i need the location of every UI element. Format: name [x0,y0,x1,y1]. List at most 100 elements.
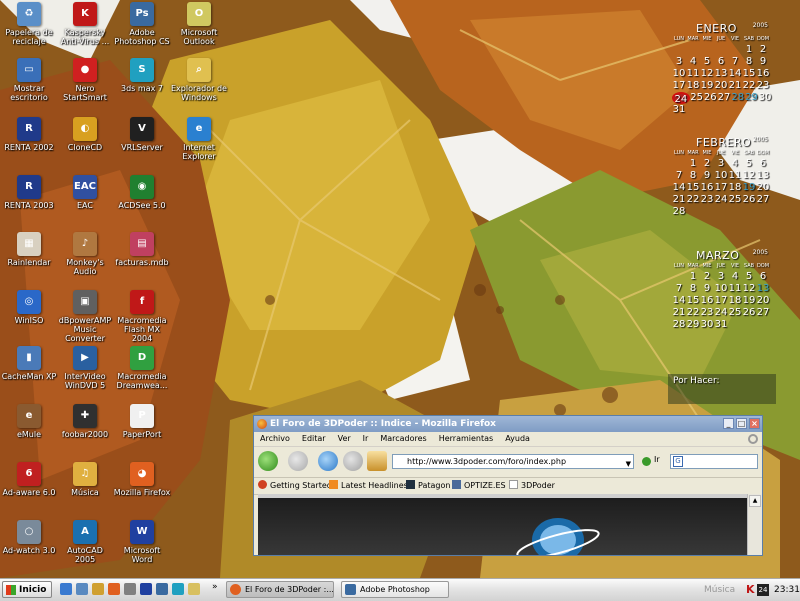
vertical-scrollbar[interactable]: ▲ [747,494,762,555]
calendar-day[interactable]: 1 [742,44,756,56]
desktop-icon-adobe-photoshop-cs[interactable]: Ps Adobe Photoshop CS [113,2,171,46]
address-bar[interactable]: http://www.3dpoder.com/foro/index.php ▼ [392,454,634,469]
calendar-day[interactable]: 25 [728,307,742,319]
desktop-icon-3ds-max-7[interactable]: S 3ds max 7 [113,58,171,93]
desktop-icon-foobar2000[interactable]: ✚ foobar2000 [56,404,114,439]
calendar-event-day[interactable]: 29 [745,92,759,104]
calendar-day[interactable]: 26 [742,307,756,319]
quicklaunch-calc-icon[interactable] [124,583,136,595]
quicklaunch-word-icon[interactable] [140,583,152,595]
calendar-day[interactable]: 6 [714,56,728,68]
calendar-day[interactable]: 14 [728,68,742,80]
kaspersky-tray-icon[interactable]: K [746,584,755,596]
desktop-icon-mostrar-escritorio[interactable]: ▭ Mostrar escritorio [0,58,58,102]
calendar-day[interactable]: 28 [672,206,686,218]
calendar-day[interactable]: 12 [700,68,714,80]
calendar-day[interactable]: 15 [742,68,756,80]
calendar-day[interactable]: 5 [742,271,756,283]
calendar-day[interactable]: 23 [756,80,770,92]
calendar-day[interactable]: 11 [728,170,742,182]
calendar-day[interactable]: 31 [672,104,686,116]
calendar-day[interactable]: 11 [686,68,700,80]
calendar-day[interactable]: 4 [728,271,742,283]
menu-ver[interactable]: Ver [338,434,351,443]
bookmark-getting-started[interactable]: Getting Started [258,478,332,494]
window-titlebar[interactable]: El Foro de 3DPoder :: Indice - Mozilla F… [254,416,762,432]
calendar-day[interactable]: 11 [728,283,742,295]
calendar-day[interactable]: 25 [690,92,704,104]
calendar-day[interactable]: 27 [717,92,731,104]
calendar-day[interactable]: 20 [756,295,770,307]
task-firefox[interactable]: El Foro de 3DPoder :... [226,581,334,598]
calendar-day[interactable]: 10 [714,170,728,182]
calendar-day[interactable]: 31 [714,319,728,331]
calendar-day[interactable]: 8 [742,56,756,68]
calendar-day[interactable]: 9 [700,170,714,182]
desktop-icon-paperport[interactable]: P PaperPort [113,404,171,439]
calendar-day[interactable]: 12 [742,283,756,295]
search-input[interactable]: G [670,454,758,469]
calendar-day[interactable]: 30 [758,92,772,104]
calendar-day[interactable]: 2 [756,44,770,56]
calendar-day[interactable]: 19 [700,80,714,92]
calendar-day[interactable]: 20 [714,80,728,92]
desktop-icon-papelera-de-reciclaje[interactable]: ♻ Papelera de reciclaje [0,2,58,46]
calendar-day[interactable]: 1 [686,158,700,170]
calendar-day[interactable]: 21 [672,194,686,206]
menu-marcadores[interactable]: Marcadores [380,434,426,443]
calendar-event-day[interactable]: 13 [756,283,770,295]
quicklaunch-photoshop-icon[interactable] [156,583,168,595]
home-button[interactable] [367,451,387,471]
calendar-day[interactable]: 26 [703,92,717,104]
minimize-button[interactable]: _ [723,418,734,429]
calendar-day[interactable]: 19 [742,295,756,307]
desktop-icon-winiso[interactable]: ◎ WinISO [0,290,58,325]
calendar-day[interactable]: 27 [756,307,770,319]
calendar-event-day[interactable]: 28 [731,92,745,104]
desktop-icon-eac[interactable]: EAC EAC [56,175,114,210]
calendar-day[interactable]: 10 [714,283,728,295]
calendar-day[interactable]: 16 [700,182,714,194]
bookmark-3dpoder[interactable]: 3DPoder [509,478,555,494]
quicklaunch-more-icon[interactable]: » [212,582,218,592]
desktop-icon-ad-aware-6-0[interactable]: 6 Ad-aware 6.0 [0,462,58,497]
calendar-day[interactable]: 6 [756,271,770,283]
go-button[interactable]: Ir [654,455,660,464]
calendar-day[interactable]: 3 [672,56,686,68]
calendar-day[interactable]: 9 [756,56,770,68]
calendar-day[interactable]: 22 [742,80,756,92]
forward-button[interactable] [288,451,308,471]
reload-button[interactable] [318,451,338,471]
back-button[interactable] [258,451,278,471]
task-photoshop[interactable]: Adobe Photoshop [341,581,449,598]
calendar-event-day[interactable]: 19 [742,182,756,194]
calendar-day[interactable]: 26 [742,194,756,206]
calendar-day[interactable]: 7 [672,283,686,295]
calendar-day[interactable]: 17 [714,182,728,194]
quicklaunch-desktop-icon[interactable] [76,583,88,595]
quicklaunch-notepad-icon[interactable] [188,583,200,595]
calendar-day[interactable]: 9 [700,283,714,295]
quicklaunch-explorer-icon[interactable] [92,583,104,595]
quicklaunch-ie-icon[interactable] [60,583,72,595]
calendar-day[interactable]: 7 [672,170,686,182]
calendar-day[interactable]: 13 [714,68,728,80]
desktop-icon-microsoft-outlook[interactable]: O Microsoft Outlook [170,2,228,46]
menu-ayuda[interactable]: Ayuda [505,434,530,443]
calendar-day[interactable]: 4 [728,158,742,170]
calendar-day[interactable]: 27 [756,194,770,206]
desktop-icon-macromedia-flash-mx-2004[interactable]: f Macromedia Flash MX 2004 [113,290,171,343]
calendar-day[interactable]: 16 [756,68,770,80]
bookmark-patagon[interactable]: Patagon [406,478,450,494]
calendar-day[interactable]: 20 [756,182,770,194]
calendar-day[interactable]: 23 [700,194,714,206]
calendar-day[interactable]: 13 [756,170,770,182]
desktop-icon-kaspersky-anti-virus[interactable]: K Kaspersky Anti-Virus ... [56,2,114,46]
calendar-day[interactable]: 4 [686,56,700,68]
url-dropdown-icon[interactable]: ▼ [626,458,631,471]
desktop-icon-explorador-de-windows[interactable]: ⌕ Explorador de Windows [170,58,228,102]
desktop-icon-renta-2003[interactable]: R RENTA 2003 [0,175,58,210]
calendar-day[interactable]: 18 [728,295,742,307]
calendar-day[interactable]: 22 [686,307,700,319]
desktop-icon-acdsee-5-0[interactable]: ◉ ACDSee 5.0 [113,175,171,210]
